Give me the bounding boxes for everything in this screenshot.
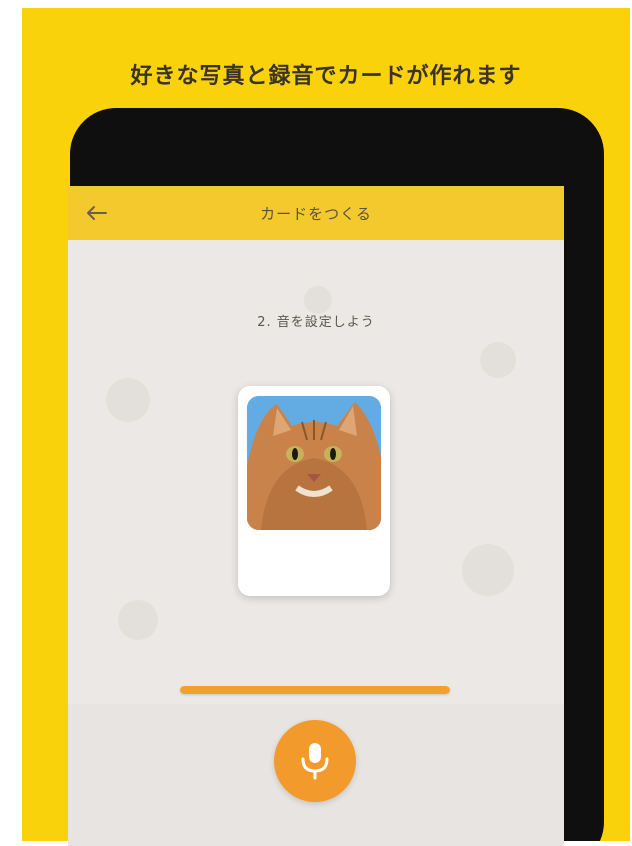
recording-progress-bar (180, 686, 450, 694)
sound-card[interactable] (238, 386, 390, 596)
arrow-left-icon (87, 206, 107, 220)
card-photo (247, 396, 381, 530)
page-title: カードをつくる (260, 204, 372, 223)
step-label: 2. 音を設定しよう (257, 315, 375, 330)
recording-progress-fill (180, 686, 450, 694)
app-screen: カードをつくる 2. 音を設定しよう (68, 186, 564, 846)
back-button[interactable] (82, 198, 112, 228)
app-bar: カードをつくる (68, 186, 564, 240)
cat-photo-image (247, 396, 381, 530)
microphone-icon (301, 743, 329, 780)
record-button[interactable] (274, 720, 356, 802)
promo-headline: 好きな写真と録音でカードが作れます (130, 64, 522, 89)
